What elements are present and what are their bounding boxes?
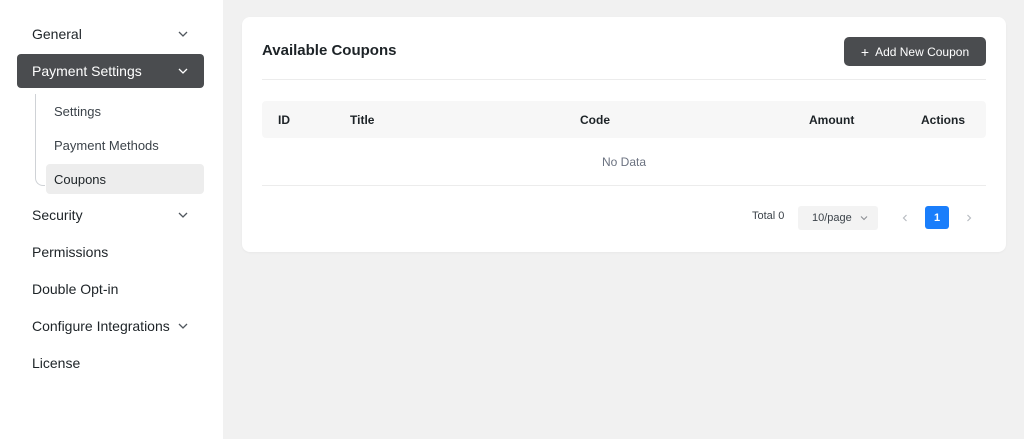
chevron-down-icon <box>177 28 189 40</box>
sidebar-item-double-opt-in[interactable]: Double Opt-in <box>17 272 204 306</box>
subitem-label: Payment Methods <box>54 137 159 153</box>
empty-text: No Data <box>601 154 647 169</box>
add-button-label: Add New Coupon <box>875 44 970 59</box>
prev-page-button[interactable] <box>895 207 915 229</box>
sidebar: General Payment Settings Settings Paymen… <box>0 0 223 439</box>
sidebar-item-configure-integrations[interactable]: Configure Integrations <box>17 309 204 343</box>
sidebar-item-label: Configure Integrations <box>32 318 170 334</box>
submenu-tree-line <box>35 94 45 186</box>
chevron-down-icon <box>177 320 189 332</box>
table-empty-state: No Data <box>262 138 986 186</box>
divider <box>262 79 986 80</box>
sidebar-item-label: Security <box>32 207 83 223</box>
sidebar-item-general[interactable]: General <box>17 17 204 51</box>
coupons-card: Available Coupons + Add New Coupon ID Ti… <box>242 17 1006 252</box>
sidebar-item-label: Payment Settings <box>32 63 142 79</box>
sidebar-item-label: General <box>32 26 82 42</box>
sidebar-item-payment-settings[interactable]: Payment Settings <box>17 54 204 88</box>
sidebar-subitem-settings[interactable]: Settings <box>46 96 204 126</box>
chevron-down-icon <box>177 209 189 221</box>
sidebar-item-license[interactable]: License <box>17 346 204 380</box>
chevron-left-icon <box>900 211 910 226</box>
page-number-current[interactable]: 1 <box>925 206 949 229</box>
sidebar-item-security[interactable]: Security <box>17 198 204 232</box>
next-page-button[interactable] <box>959 207 979 229</box>
sidebar-item-permissions[interactable]: Permissions <box>17 235 204 269</box>
sidebar-subitem-payment-methods[interactable]: Payment Methods <box>46 130 204 160</box>
plus-icon: + <box>860 43 870 60</box>
sidebar-subitem-coupons[interactable]: Coupons <box>46 164 204 194</box>
sidebar-item-label: Permissions <box>32 244 109 260</box>
chevron-right-icon <box>964 211 974 226</box>
page-size-value: 10/page <box>812 212 852 224</box>
column-header-code[interactable]: Code <box>580 101 610 138</box>
page-title: Available Coupons <box>262 42 397 59</box>
column-header-actions: Actions <box>921 112 966 127</box>
sidebar-item-label: Double Opt-in <box>32 281 119 297</box>
chevron-down-icon <box>858 212 870 224</box>
column-header-title[interactable]: Title <box>350 101 374 138</box>
subitem-label: Coupons <box>54 171 107 187</box>
chevron-down-icon <box>177 65 189 77</box>
column-header-id[interactable]: ID <box>278 101 290 138</box>
pagination-total: Total 0 <box>752 210 785 222</box>
page-size-select[interactable]: 10/page <box>798 206 878 230</box>
table-header: ID Title Code Amount Actions <box>262 101 986 138</box>
column-header-amount[interactable]: Amount <box>809 101 854 138</box>
subitem-label: Settings <box>54 103 101 119</box>
payment-settings-submenu: Settings Payment Methods Coupons <box>35 94 204 194</box>
sidebar-item-label: License <box>32 355 81 371</box>
add-new-coupon-button[interactable]: + Add New Coupon <box>844 37 986 66</box>
